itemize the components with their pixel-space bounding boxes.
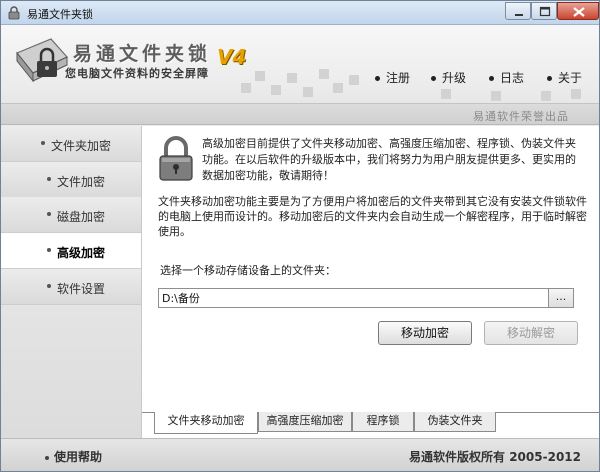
nav-about-label: 关于	[558, 71, 583, 85]
tab-disguise-folder[interactable]: 伪装文件夹	[414, 412, 496, 432]
help-label: 使用帮助	[54, 450, 103, 464]
sidebar-item-advanced-encrypt[interactable]: 高级加密	[1, 233, 141, 269]
brand-title: 易通文件夹锁	[73, 43, 212, 65]
bullet-icon	[41, 141, 45, 145]
sidebar-item-settings[interactable]: 软件设置	[1, 269, 141, 305]
footer: 使用帮助 易通软件版权所有 2005-2012	[1, 438, 599, 471]
sidebar-item-label: 软件设置	[57, 282, 106, 296]
tab-program-lock[interactable]: 程序锁	[352, 412, 414, 432]
nav-upgrade-label: 升级	[442, 71, 467, 85]
sidebar-item-label: 磁盘加密	[57, 210, 106, 224]
bullet-icon	[375, 76, 380, 81]
tab-compress-encrypt[interactable]: 高强度压缩加密	[258, 412, 352, 432]
folder-path-input[interactable]	[158, 288, 550, 308]
close-icon	[573, 7, 585, 17]
browse-button[interactable]: ...	[548, 288, 574, 308]
sidebar-item-disk-encrypt[interactable]: 磁盘加密	[1, 197, 141, 233]
folder-lock-logo	[16, 38, 68, 83]
bullet-icon	[47, 177, 51, 181]
sidebar-item-label: 文件加密	[57, 175, 106, 189]
sidebar-item-file-encrypt[interactable]: 文件加密	[1, 162, 141, 198]
maximize-icon	[539, 6, 551, 17]
minimize-icon	[515, 14, 523, 16]
description-text: 文件夹移动加密功能主要是为了方便用户将加密后的文件夹带到其它没有安装文件锁软件的…	[158, 195, 587, 238]
sidebar-item-label: 高级加密	[57, 246, 106, 260]
folder-select-label: 选择一个移动存储设备上的文件夹：	[160, 264, 336, 277]
nav-log-label: 日志	[500, 71, 525, 85]
sidebar: 文件夹加密 文件加密 磁盘加密 高级加密 软件设置	[1, 126, 141, 438]
minimize-button[interactable]	[505, 2, 531, 20]
window-title: 易通文件夹锁	[27, 8, 93, 21]
tab-folder-move-encrypt[interactable]: 文件夹移动加密	[154, 412, 258, 434]
sidebar-filler	[1, 305, 141, 438]
close-button[interactable]	[557, 2, 599, 20]
sidebar-item-folder-encrypt[interactable]: 文件夹加密	[1, 126, 141, 162]
nav-register[interactable]: 注册	[375, 69, 410, 86]
app-window: 易通文件夹锁 易通文件夹锁 V4 您电脑文件资料的安全屏障 注册 升级 日志 关…	[0, 0, 600, 472]
app-header: 易通文件夹锁 V4 您电脑文件资料的安全屏障 注册 升级 日志 关于 易通软件荣…	[1, 25, 599, 125]
help-link[interactable]: 使用帮助	[45, 448, 102, 465]
bullet-icon	[45, 455, 49, 460]
intro-text: 高级加密目前提供了文件夹移动加密、高强度压缩加密、程序锁、伪装文件夹功能。在以后…	[202, 137, 576, 182]
copyright-text: 易通软件版权所有 2005-2012	[409, 450, 581, 464]
nav-upgrade[interactable]: 升级	[431, 69, 466, 86]
bullet-icon	[47, 284, 51, 288]
tab-bar: 文件夹移动加密 高强度压缩加密 程序锁 伪装文件夹	[142, 412, 600, 438]
move-encrypt-button[interactable]: 移动加密	[378, 321, 472, 345]
bullet-icon	[47, 212, 51, 216]
main-panel: 高级加密目前提供了文件夹移动加密、高强度压缩加密、程序锁、伪装文件夹功能。在以后…	[141, 126, 600, 438]
nav-log[interactable]: 日志	[489, 69, 524, 86]
padlock-icon	[159, 136, 193, 181]
sidebar-item-label: 文件夹加密	[51, 139, 112, 153]
nav-about[interactable]: 关于	[547, 69, 582, 86]
bullet-icon	[489, 76, 494, 81]
header-band: 易通软件荣誉出品	[1, 103, 599, 124]
nav-register-label: 注册	[386, 71, 411, 85]
move-decrypt-button[interactable]: 移动解密	[484, 321, 578, 345]
maximize-button[interactable]	[531, 2, 557, 20]
bullet-icon	[47, 248, 51, 252]
brand-credit: 易通软件荣誉出品	[473, 110, 569, 123]
brand-slogan: 您电脑文件资料的安全屏障	[65, 67, 209, 80]
padlock-icon	[8, 6, 20, 20]
bullet-icon	[431, 76, 436, 81]
decorative-pattern	[241, 69, 581, 101]
title-bar[interactable]: 易通文件夹锁	[1, 1, 599, 25]
bullet-icon	[547, 76, 552, 81]
